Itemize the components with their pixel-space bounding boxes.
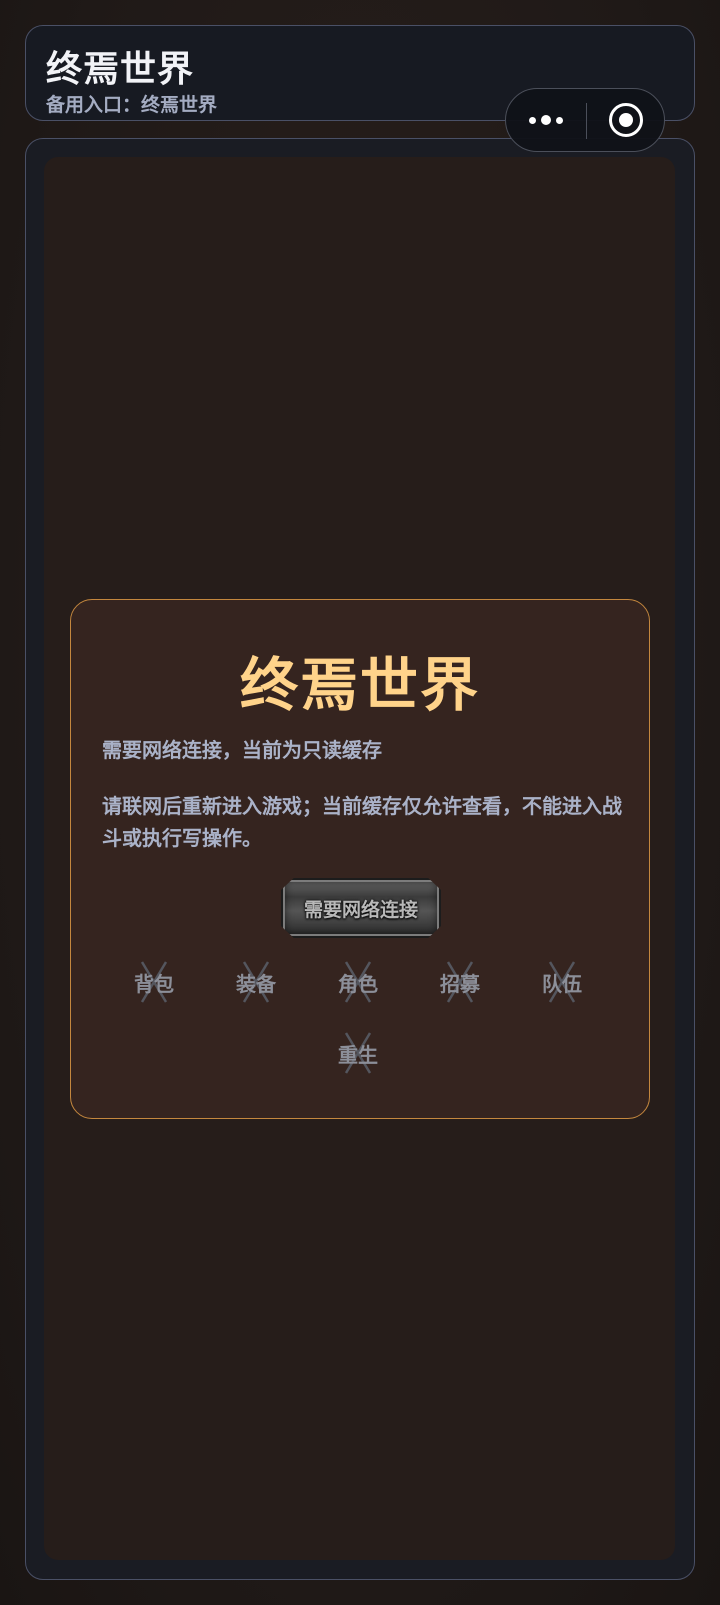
action-label: 装备 — [236, 971, 276, 996]
network-required-button[interactable]: 需要网络连接 — [281, 878, 441, 938]
action-label: 背包 — [134, 971, 174, 996]
action-label: 招募 — [440, 971, 480, 996]
action-recruit[interactable]: 招募 — [409, 960, 511, 1004]
action-team[interactable]: 队伍 — [511, 960, 613, 1004]
action-bag[interactable]: 背包 — [103, 960, 205, 1004]
more-button[interactable] — [506, 89, 586, 151]
more-dots-icon — [529, 116, 536, 124]
dialog-title: 终焉世界 — [239, 651, 480, 719]
network-required-dialog: 终焉世界 需要网络连接，当前为只读缓存 请联网后重新进入游戏；当前缓存仅允许查看… — [70, 599, 650, 1119]
game-page: 终焉世界 备用入口：终焉世界 终焉世界 需要网络连接，当前为只读缓存 请联网后重… — [0, 0, 720, 1605]
dialog-subtitle: 需要网络连接，当前为只读缓存 — [102, 738, 382, 762]
action-label: 队伍 — [542, 971, 582, 996]
game-canvas: 终焉世界 需要网络连接，当前为只读缓存 请联网后重新进入游戏；当前缓存仅允许查看… — [44, 157, 675, 1560]
close-miniprogram-button[interactable] — [587, 89, 665, 151]
miniprogram-capsule — [505, 88, 665, 152]
action-label: 角色 — [338, 971, 378, 996]
action-rebirth[interactable]: 重生 — [307, 1031, 409, 1075]
app-title: 终焉世界 — [46, 49, 195, 90]
action-label: 重生 — [338, 1042, 378, 1067]
target-circle-icon — [609, 103, 643, 137]
action-equipment[interactable]: 装备 — [205, 960, 307, 1004]
action-character[interactable]: 角色 — [307, 960, 409, 1004]
dialog-message: 请联网后重新进入游戏；当前缓存仅允许查看，不能进入战斗或执行写操作。 — [102, 794, 622, 850]
alt-entry-link[interactable]: 备用入口：终焉世界 — [46, 90, 217, 117]
game-frame: 终焉世界 需要网络连接，当前为只读缓存 请联网后重新进入游戏；当前缓存仅允许查看… — [25, 138, 695, 1580]
network-button-label: 需要网络连接 — [303, 898, 418, 921]
